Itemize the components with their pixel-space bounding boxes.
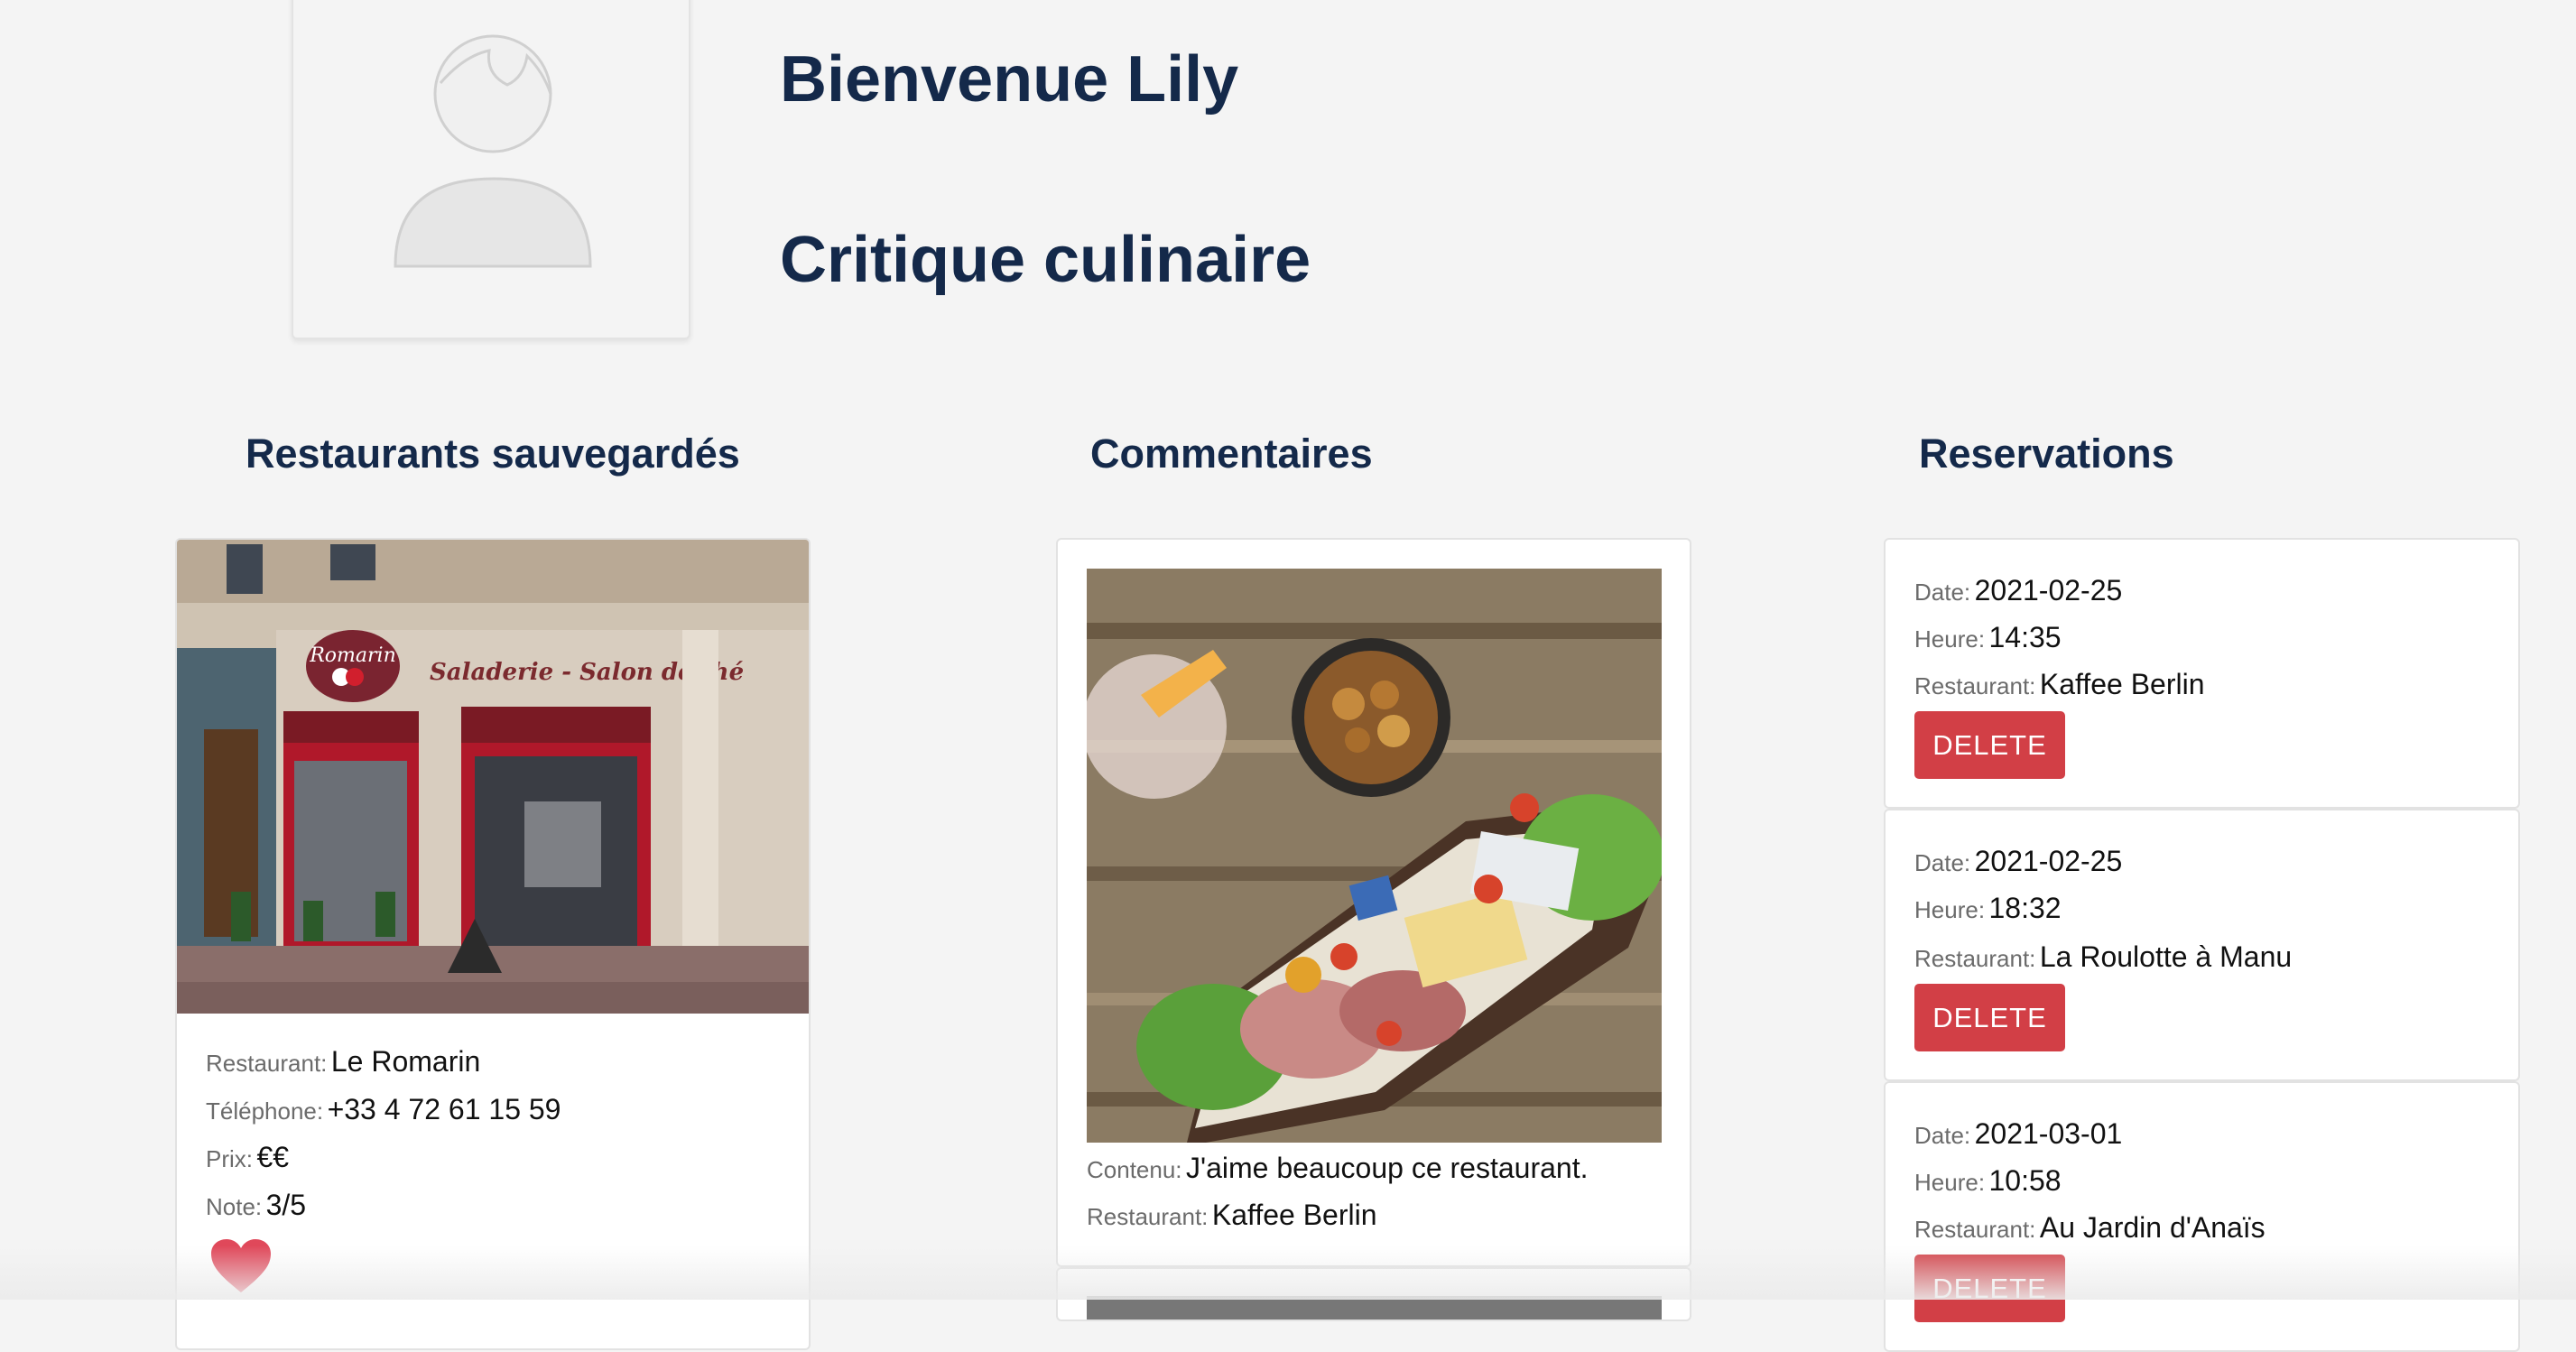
reservation-date: 2021-02-25: [1974, 845, 2123, 877]
comment-restaurant-label: Restaurant:: [1087, 1203, 1209, 1230]
comment-card: Contenu: J'aime beaucoup ce restaurant. …: [1056, 538, 1691, 1267]
price-label: Prix:: [206, 1145, 253, 1172]
saved-restaurant-card: Romarin Saladerie - Salon de thé Restaur…: [175, 538, 811, 1350]
reservation-time: 14:35: [1988, 621, 2062, 653]
reservation-restaurant-label: Restaurant:: [1914, 945, 2036, 972]
reservation-date-label: Date:: [1914, 1122, 1971, 1149]
user-placeholder-icon: [394, 34, 592, 268]
comment-card-next: [1056, 1267, 1691, 1321]
reservation-time-label: Heure:: [1914, 896, 1986, 923]
restaurant-label: Restaurant:: [206, 1050, 328, 1077]
delete-reservation-button[interactable]: DELETE: [1914, 711, 2065, 779]
profile-avatar: [292, 0, 690, 339]
rating-value: 3/5: [265, 1189, 307, 1221]
reservation-time: 10:58: [1988, 1164, 2062, 1197]
delete-reservation-button[interactable]: DELETE: [1914, 1255, 2065, 1322]
reservation-restaurant: La Roulotte à Manu: [2039, 940, 2293, 973]
comment-content: J'aime beaucoup ce restaurant.: [1185, 1152, 1589, 1184]
reservation-date: 2021-03-01: [1974, 1117, 2123, 1150]
delete-reservation-button[interactable]: DELETE: [1914, 984, 2065, 1051]
role-title: Critique culinaire: [780, 224, 1311, 296]
reservation-restaurant: Au Jardin d'Anaïs: [2039, 1211, 2266, 1244]
reservation-card: Date: 2021-03-01 Heure: 10:58 Restaurant…: [1884, 1081, 2520, 1352]
reservation-restaurant-label: Restaurant:: [1914, 1216, 2036, 1243]
reservation-date: 2021-02-25: [1974, 574, 2123, 607]
comment-content-label: Contenu:: [1087, 1156, 1182, 1183]
rating-label: Note:: [206, 1193, 263, 1220]
heart-icon[interactable]: [209, 1238, 273, 1294]
phone-value: +33 4 72 61 15 59: [327, 1093, 561, 1125]
restaurant-name: Le Romarin: [330, 1045, 481, 1078]
reservation-time-label: Heure:: [1914, 625, 1986, 653]
comment-restaurant: Kaffee Berlin: [1211, 1199, 1377, 1231]
reservation-restaurant: Kaffee Berlin: [2039, 668, 2205, 700]
price-value: €€: [256, 1141, 290, 1173]
phone-label: Téléphone:: [206, 1097, 324, 1125]
reservation-date-label: Date:: [1914, 579, 1971, 606]
saved-restaurants-title: Restaurants sauvegardés: [246, 431, 740, 477]
reservation-time-label: Heure:: [1914, 1169, 1986, 1196]
greeting-title: Bienvenue Lily: [780, 43, 1239, 116]
reservations-title: Reservations: [1919, 431, 2174, 477]
comment-photo: [1087, 569, 1662, 1143]
comment-photo-next: [1087, 1296, 1662, 1320]
reservation-card: Date: 2021-02-25 Heure: 14:35 Restaurant…: [1884, 538, 2520, 809]
restaurant-photo: Romarin Saladerie - Salon de thé: [177, 540, 809, 1014]
storefront-sign: Romarin: [309, 644, 396, 667]
reservation-restaurant-label: Restaurant:: [1914, 672, 2036, 699]
reservation-card: Date: 2021-02-25 Heure: 18:32 Restaurant…: [1884, 809, 2520, 1081]
reservation-time: 18:32: [1988, 892, 2062, 924]
comments-title: Commentaires: [1090, 431, 1373, 477]
reservation-date-label: Date:: [1914, 849, 1971, 876]
